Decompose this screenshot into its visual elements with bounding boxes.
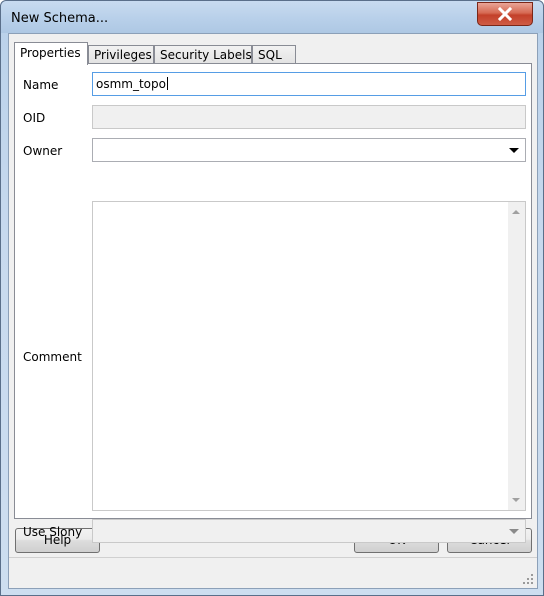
- comment-textarea[interactable]: [92, 201, 526, 511]
- owner-label: Owner: [23, 144, 63, 158]
- properties-panel: Name osmm_topo OID Owner Comment Use Slo…: [14, 63, 532, 543]
- new-schema-dialog: New Schema... Properties Privileges Secu…: [0, 0, 544, 596]
- scroll-up-arrow-icon[interactable]: [512, 210, 520, 214]
- text-cursor: [166, 77, 168, 90]
- tab-properties[interactable]: Properties: [14, 42, 88, 65]
- chevron-down-icon: [509, 529, 519, 534]
- tab-sql-label: SQL: [258, 48, 282, 62]
- oid-input: [92, 105, 526, 129]
- oid-label: OID: [23, 111, 46, 125]
- window-title: New Schema...: [11, 11, 109, 26]
- close-button[interactable]: [477, 2, 533, 26]
- tab-privileges-label: Privileges: [94, 48, 152, 62]
- tab-properties-label: Properties: [20, 46, 81, 60]
- use-slony-select: [92, 519, 526, 543]
- name-input-value: osmm_topo: [96, 77, 166, 91]
- status-bar: [9, 557, 537, 588]
- owner-select[interactable]: [92, 138, 526, 162]
- tab-security-labels-label: Security Labels: [160, 48, 252, 62]
- resize-grip-icon[interactable]: [522, 573, 534, 585]
- tab-privileges[interactable]: Privileges: [88, 45, 154, 64]
- name-input[interactable]: osmm_topo: [92, 72, 526, 96]
- title-bar[interactable]: New Schema...: [1, 1, 543, 33]
- tab-security-labels[interactable]: Security Labels: [154, 45, 252, 64]
- use-slony-label: Use Slony: [23, 525, 83, 539]
- tab-sql[interactable]: SQL: [252, 45, 296, 64]
- scroll-down-arrow-icon[interactable]: [512, 498, 520, 502]
- comment-scrollbar[interactable]: [508, 202, 525, 510]
- name-label: Name: [23, 78, 59, 92]
- comment-label: Comment: [23, 350, 82, 364]
- chevron-down-icon[interactable]: [509, 148, 519, 153]
- close-icon: [498, 7, 512, 21]
- dialog-client-area: Properties Privileges Security Labels SQ…: [8, 33, 538, 589]
